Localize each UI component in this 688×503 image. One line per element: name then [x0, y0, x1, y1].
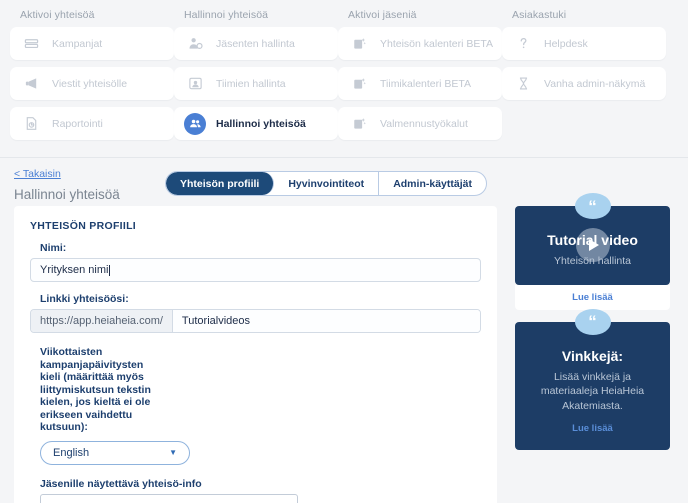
- campaign-icon: [20, 33, 42, 55]
- nav-item-tiimien-hallinta[interactable]: Tiimien hallinta: [174, 67, 338, 100]
- nav-item-helpdesk[interactable]: Helpdesk: [502, 27, 666, 60]
- hourglass-icon: [512, 73, 534, 95]
- quote-bubble-icon: “: [574, 193, 611, 219]
- card-title: Tutorial video: [547, 232, 638, 248]
- top-navigation: Aktivoi yhteisöä Kampanjat Viestit yhtei…: [0, 0, 688, 155]
- nav-item-label: Vanha admin-näkymä: [544, 77, 646, 90]
- language-field-label: Viikottaisten kampanjapäivitysten kieli …: [40, 346, 151, 433]
- person-gear-icon: [184, 33, 206, 55]
- nav-item-label: Tiimien hallinta: [216, 77, 286, 90]
- nav-item-yhteison-kalenteri-beta[interactable]: Yhteisön kalenteri BETA: [338, 27, 502, 60]
- calendar-sparkle-icon: [348, 73, 370, 95]
- nav-item-vanha-admin-nakyma[interactable]: Vanha admin-näkymä: [502, 67, 666, 100]
- link-field-label: Linkki yhteisöösi:: [40, 293, 129, 305]
- tab-admin-kayttajat[interactable]: Admin-käyttäjät: [379, 172, 486, 195]
- text-caret: [109, 264, 111, 276]
- language-select-value: English: [53, 446, 90, 459]
- sidebar-cards: “ Tutorial video Yhteisön hallinta Lue l…: [515, 193, 670, 503]
- nav-item-valmennustyokalut[interactable]: Valmennustyökalut: [338, 107, 502, 140]
- nav-item-label: Hallinnoi yhteisöä: [216, 117, 306, 130]
- report-document-icon: [20, 113, 42, 135]
- nav-item-label: Kampanjat: [52, 37, 103, 50]
- nav-item-label: Raportointi: [52, 117, 103, 130]
- nav-column-heading: Aktivoi jäseniä: [348, 9, 417, 21]
- card-read-more-link[interactable]: Lue lisää: [515, 284, 670, 310]
- nav-item-raportointi[interactable]: Raportointi: [10, 107, 174, 140]
- url-slug-value[interactable]: Tutorialvideos: [172, 310, 480, 332]
- nav-column-heading: Aktivoi yhteisöä: [20, 9, 95, 21]
- name-input-value: Yrityksen nimi: [40, 264, 109, 276]
- name-input[interactable]: Yrityksen nimi: [30, 258, 481, 282]
- profile-form-panel: YHTEISÖN PROFIILI Nimi: Yrityksen nimi L…: [14, 206, 497, 503]
- calendar-sparkle-icon: [348, 113, 370, 135]
- tips-card-body[interactable]: Vinkkejä: Lisää vinkkejä ja materiaaleja…: [515, 321, 670, 450]
- tips-card[interactable]: “ Vinkkejä: Lisää vinkkejä ja materiaale…: [515, 308, 670, 450]
- page-body: YHTEISÖN PROFIILI Nimi: Yrityksen nimi L…: [0, 193, 688, 503]
- megaphone-icon: [20, 73, 42, 95]
- card-subtitle: Yhteisön hallinta: [553, 255, 632, 267]
- quote-bubble-icon: “: [574, 308, 611, 335]
- chevron-down-icon: ▼: [169, 448, 177, 457]
- people-circle-icon: [184, 112, 206, 135]
- nav-column-activate-community: Aktivoi yhteisöä Kampanjat Viestit yhtei…: [10, 6, 174, 147]
- nav-item-label: Tiimikalenteri BETA: [380, 77, 472, 90]
- nav-column-heading: Asiakastuki: [512, 9, 567, 21]
- tab-hyvinvointiteot[interactable]: Hyvinvointiteot: [274, 172, 380, 195]
- tutorial-video-card[interactable]: “ Tutorial video Yhteisön hallinta Lue l…: [515, 193, 670, 310]
- nav-item-viestit-yhteisolle[interactable]: Viestit yhteisölle: [10, 67, 174, 100]
- nav-item-tiimikalenteri-beta[interactable]: Tiimikalenteri BETA: [338, 67, 502, 100]
- nav-item-kampanjat[interactable]: Kampanjat: [10, 27, 174, 60]
- community-info-textarea[interactable]: Mahtavaa, että olet päättänyt liittyä mu…: [40, 493, 298, 503]
- card-title: Vinkkejä:: [561, 347, 624, 364]
- nav-column-manage-community: Hallinnoi yhteisöä Jäsenten hallinta Tii…: [174, 6, 338, 147]
- section-title: YHTEISÖN PROFIILI: [30, 220, 137, 232]
- nav-column-customer-support: Asiakastuki Helpdesk Vanha admin-näkymä: [502, 6, 666, 147]
- nav-item-jasenten-hallinta[interactable]: Jäsenten hallinta: [174, 27, 338, 60]
- card-read-more-link[interactable]: Lue lisää: [527, 423, 658, 434]
- nav-item-label: Jäsenten hallinta: [216, 37, 295, 50]
- nav-item-label: Viestit yhteisölle: [52, 77, 128, 90]
- language-select[interactable]: English ▼: [40, 440, 190, 465]
- nav-item-hallinnoi-yhteisoa[interactable]: Hallinnoi yhteisöä: [174, 107, 338, 140]
- tab-bar: Yhteisön profiili Hyvinvointiteot Admin-…: [165, 171, 487, 196]
- team-badge-icon: [184, 73, 206, 95]
- card-subtitle: Lisää vinkkejä ja materiaaleja HeiaHeia …: [540, 370, 645, 412]
- url-prefix: https://app.heiaheia.com/: [31, 310, 173, 332]
- question-mark-icon: [512, 33, 534, 55]
- nav-item-label: Valmennustyökalut: [380, 117, 468, 130]
- nav-item-label: Yhteisön kalenteri BETA: [380, 37, 494, 50]
- nav-item-label: Helpdesk: [544, 37, 588, 50]
- community-info-label: Jäsenille näytettävä yhteisö-info: [40, 477, 202, 490]
- name-field-label: Nimi:: [40, 242, 67, 254]
- community-url-input[interactable]: https://app.heiaheia.com/ Tutorialvideos: [30, 309, 481, 333]
- nav-column-activate-members: Aktivoi jäseniä Yhteisön kalenteri BETA …: [338, 6, 502, 147]
- tab-yhteison-profiili[interactable]: Yhteisön profiili: [166, 172, 275, 195]
- back-link[interactable]: < Takaisin: [14, 168, 61, 180]
- nav-column-heading: Hallinnoi yhteisöä: [184, 9, 269, 21]
- calendar-sparkle-icon: [348, 33, 370, 55]
